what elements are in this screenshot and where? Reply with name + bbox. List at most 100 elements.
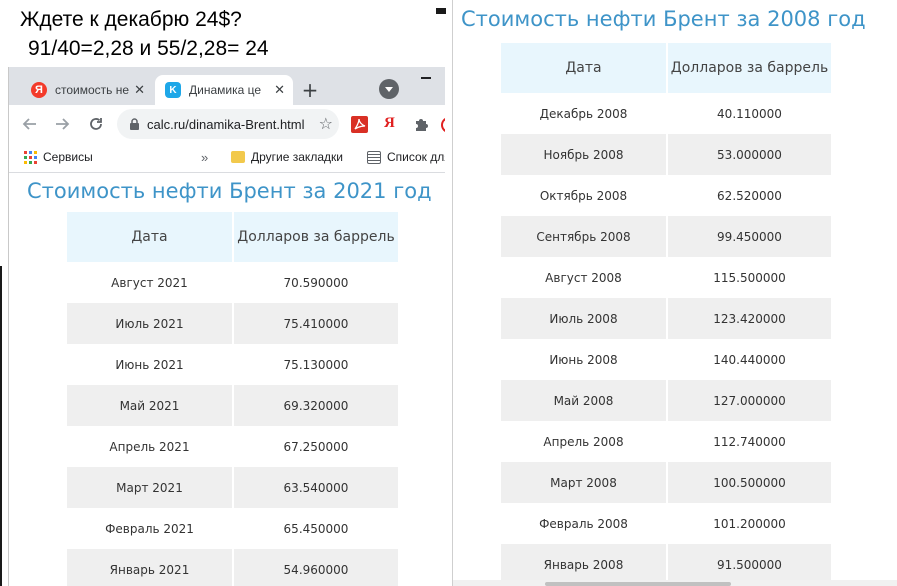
close-icon[interactable]: ✕ xyxy=(134,82,145,98)
cell-price: 62.520000 xyxy=(666,175,831,216)
cell-date: Ноябрь 2008 xyxy=(501,134,666,175)
calc-favicon-icon: K xyxy=(165,82,181,98)
bookmark-other[interactable]: Другие закладки xyxy=(231,150,343,164)
cell-price: 63.540000 xyxy=(232,467,398,508)
cell-date: Декабрь 2008 xyxy=(539,106,628,121)
bookmarks-overflow-icon[interactable]: » xyxy=(201,150,208,165)
cell-date: Апрель 2008 xyxy=(543,434,624,449)
table-row: Март 2021 63.540000 xyxy=(67,467,398,508)
table-row: Декабрь 2008 40.110000 xyxy=(501,93,831,134)
cell-price: 100.500000 xyxy=(666,462,831,503)
cell-price: 115.500000 xyxy=(666,257,831,298)
lock-icon xyxy=(127,117,141,131)
column-header-date: Дата xyxy=(67,212,232,262)
table-row: Июнь 2021 75.130000 xyxy=(67,344,398,385)
close-icon[interactable]: ✕ xyxy=(274,82,285,98)
folder-icon xyxy=(231,151,245,163)
cell-price: 127.000000 xyxy=(666,380,831,421)
pdf-extension-icon[interactable] xyxy=(351,116,368,133)
table-row: Октябрь 2008 62.520000 xyxy=(501,175,831,216)
cell-date: Март 2008 xyxy=(501,462,666,503)
cell-price: 101.200000 xyxy=(666,503,831,544)
cell-price: 67.250000 xyxy=(232,426,398,467)
page-content: Стоимость нефти Брент за 2021 год Дата Д… xyxy=(9,173,445,586)
tab-label: стоимость не xyxy=(55,83,130,97)
table-row: Июнь 2008 140.440000 xyxy=(501,339,831,380)
bookmarks-bar: Сервисы » Другие закладки Список для чте… xyxy=(9,143,445,173)
cell-date: Май 2008 xyxy=(501,380,666,421)
tab-search-icon[interactable] xyxy=(379,79,399,99)
table-row: Июль 2008 123.420000 xyxy=(501,298,831,339)
forward-button[interactable] xyxy=(51,113,73,135)
cell-price: 70.590000 xyxy=(232,262,398,303)
page-title: Стоимость нефти Брент за 2008 год xyxy=(461,7,866,31)
price-table-2008: Дата Долларов за баррель Декабрь 2008 40.… xyxy=(501,43,831,585)
cell-date: Август 2021 xyxy=(111,275,188,290)
bookmark-star-icon[interactable]: ☆ xyxy=(319,114,333,133)
arrow-right-icon xyxy=(56,118,70,130)
left-edge-border xyxy=(0,266,2,586)
back-button[interactable] xyxy=(19,113,41,135)
cell-date: Март 2021 xyxy=(67,467,232,508)
cell-price: 40.110000 xyxy=(666,93,831,134)
table-row: Май 2021 69.320000 xyxy=(67,385,398,426)
cell-price: 75.130000 xyxy=(232,344,398,385)
cell-price: 99.450000 xyxy=(666,216,831,257)
cell-date: Январь 2021 xyxy=(67,549,232,586)
browser-window: Я стоимость не ✕ K Динамика це ✕ + calc.… xyxy=(8,67,445,586)
caption-calculation: 91/40=2,28 и 55/2,28= 24 xyxy=(28,37,269,60)
cell-date: Февраль 2008 xyxy=(539,516,628,531)
table-row: Ноябрь 2008 53.000000 xyxy=(501,134,831,175)
tab-label: Динамика це xyxy=(189,83,262,97)
cell-price: 112.740000 xyxy=(666,421,831,462)
cell-date: Июль 2021 xyxy=(67,303,232,344)
profile-icon[interactable] xyxy=(441,117,445,133)
table-row: Август 2008 115.500000 xyxy=(501,257,831,298)
page-title: Стоимость нефти Брент за 2021 год xyxy=(27,179,432,203)
cell-price: 123.420000 xyxy=(666,298,831,339)
table-row: Апрель 2021 67.250000 xyxy=(67,426,398,467)
cell-date: Июль 2008 xyxy=(501,298,666,339)
table-row: Сентябрь 2008 99.450000 xyxy=(501,216,831,257)
extensions-puzzle-icon[interactable] xyxy=(413,116,430,133)
cell-price: 53.000000 xyxy=(666,134,831,175)
tab-calc-dynamics[interactable]: K Динамика це ✕ xyxy=(155,75,293,105)
apps-grid-icon xyxy=(24,150,37,164)
reading-list-icon xyxy=(367,150,381,164)
right-panel: Стоимость нефти Брент за 2008 год Дата Д… xyxy=(453,0,897,586)
arrow-left-icon xyxy=(22,118,36,130)
scrollbar-thumb[interactable] xyxy=(545,582,731,586)
cell-date: Август 2008 xyxy=(545,270,622,285)
reload-button[interactable] xyxy=(85,113,107,135)
table-header-row: Дата Долларов за баррель xyxy=(501,43,831,93)
left-panel: Ждете к декабрю 24$? 91/40=2,28 и 55/2,2… xyxy=(0,0,452,586)
cell-price: 91.500000 xyxy=(666,544,831,585)
window-edge-mark xyxy=(436,8,446,14)
table-row: Май 2008 127.000000 xyxy=(501,380,831,421)
caption-question: Ждете к декабрю 24$? xyxy=(20,8,242,31)
cell-price: 69.320000 xyxy=(232,385,398,426)
new-tab-button[interactable]: + xyxy=(297,77,323,103)
minimize-icon[interactable] xyxy=(421,77,431,79)
url-text: calc.ru/dinamika-Brent.html xyxy=(147,116,305,132)
tab-strip: Я стоимость не ✕ K Динамика це ✕ + xyxy=(9,67,445,105)
tab-yandex-search[interactable]: Я стоимость не ✕ xyxy=(21,75,153,105)
price-table-2021: Дата Долларов за баррель Август 2021 70.5… xyxy=(67,212,398,586)
table-row: Февраль 2008 101.200000 xyxy=(501,503,831,544)
cell-price: 54.960000 xyxy=(232,549,398,586)
bookmark-reading-list[interactable]: Список для чтения xyxy=(367,150,445,164)
yandex-favicon-icon: Я xyxy=(31,82,47,98)
cell-date: Февраль 2021 xyxy=(105,521,194,536)
cell-date: Июнь 2021 xyxy=(115,357,184,372)
yandex-extension-icon[interactable]: Я xyxy=(384,115,395,132)
cell-date: Июнь 2008 xyxy=(549,352,618,367)
bookmark-apps[interactable]: Сервисы xyxy=(24,150,93,164)
bookmark-label: Другие закладки xyxy=(251,150,343,164)
table-row: Январь 2021 54.960000 xyxy=(67,549,398,586)
cell-date: Октябрь 2008 xyxy=(539,188,628,203)
cell-date: Январь 2008 xyxy=(501,544,666,585)
table-row: Январь 2008 91.500000 xyxy=(501,544,831,585)
cell-date: Май 2021 xyxy=(67,385,232,426)
address-bar[interactable]: calc.ru/dinamika-Brent.html ☆ xyxy=(117,109,339,139)
column-header-price: Долларов за баррель xyxy=(666,43,831,93)
